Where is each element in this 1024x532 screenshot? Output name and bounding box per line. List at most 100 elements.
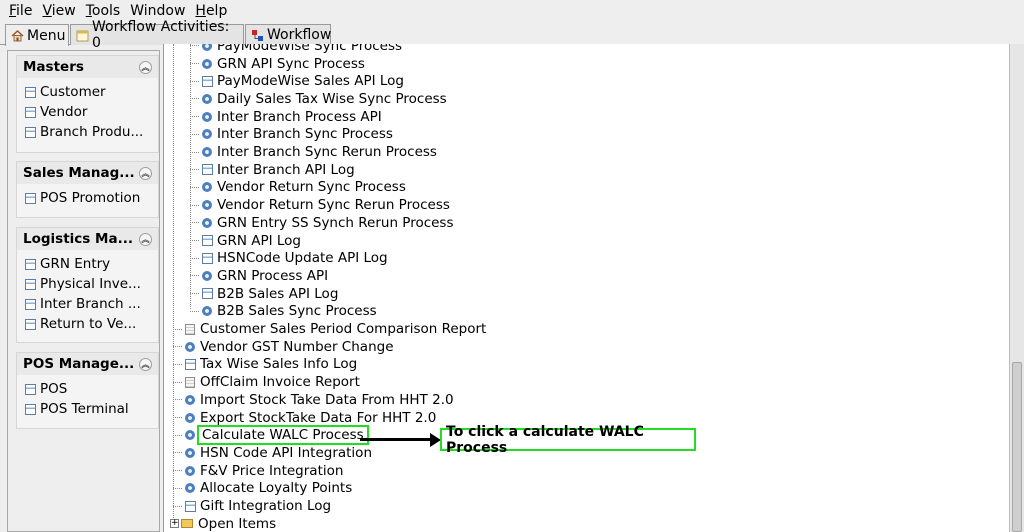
- tree-item[interactable]: Inter Branch API Log: [190, 161, 355, 179]
- sidebar-item-branch-products[interactable]: Branch Produ...: [25, 122, 158, 142]
- log-icon: [185, 500, 196, 512]
- section-header[interactable]: POS Manage... ︽: [17, 353, 158, 375]
- sidebar-item-pos[interactable]: POS: [25, 379, 158, 399]
- document-icon: [25, 258, 36, 270]
- tree-item[interactable]: OffClaim Invoice Report: [173, 373, 360, 391]
- tree-item[interactable]: GRN Process API: [190, 267, 328, 285]
- calendar-icon: [76, 29, 89, 42]
- gear-icon: [202, 129, 212, 140]
- gear-icon: [185, 447, 195, 458]
- document-icon: [25, 298, 36, 310]
- tree-item[interactable]: Import Stock Take Data From HHT 2.0: [173, 391, 454, 409]
- log-icon: [202, 164, 213, 176]
- menu-window[interactable]: Window: [125, 1, 190, 21]
- menu-tree-panel: PayModeWise Sync Process GRN API Sync Pro…: [163, 44, 1009, 532]
- scrollbar-thumb[interactable]: [1012, 362, 1022, 532]
- tree-item[interactable]: HSN Code API Integration: [173, 444, 372, 462]
- menu-view[interactable]: View: [37, 1, 80, 21]
- tree-item[interactable]: Inter Branch Process API: [190, 108, 382, 126]
- collapse-icon[interactable]: ︽: [139, 232, 152, 246]
- section-sales-management: Sales Manag... ︽ POS Promotion: [16, 161, 159, 218]
- tab-menu[interactable]: Menu: [5, 24, 69, 46]
- log-icon: [202, 75, 213, 87]
- section-header[interactable]: Logistics Ma... ︽: [17, 228, 158, 250]
- tree-item[interactable]: Gift Integration Log: [173, 497, 331, 515]
- sidebar-item-pos-terminal[interactable]: POS Terminal: [25, 399, 158, 419]
- document-icon: [25, 318, 36, 330]
- sidebar: Masters ︽ Customer Vendor Branch Produ..…: [7, 50, 160, 532]
- section-header[interactable]: Masters ︽: [17, 56, 158, 78]
- tree-item[interactable]: Customer Sales Period Comparison Report: [173, 320, 486, 338]
- tree-folder-open-items[interactable]: + Open Items: [170, 515, 276, 532]
- log-icon: [185, 358, 196, 370]
- vertical-scrollbar[interactable]: [1009, 44, 1024, 532]
- tree-item[interactable]: HSNCode Update API Log: [190, 249, 388, 267]
- gear-icon: [185, 412, 195, 423]
- tree-item[interactable]: PayModeWise Sales API Log: [190, 72, 404, 90]
- annotation-callout: To click a calculate WALC Process: [440, 424, 696, 456]
- tree-item[interactable]: PayModeWise Sync Process: [190, 44, 402, 55]
- sidebar-item-physical-inventory[interactable]: Physical Inve...: [25, 274, 158, 294]
- menu-tree: PayModeWise Sync Process GRN API Sync Pro…: [164, 44, 1009, 532]
- tree-item[interactable]: Vendor Return Sync Rerun Process: [190, 196, 450, 214]
- sidebar-item-inter-branch[interactable]: Inter Branch ...: [25, 294, 158, 314]
- tree-item-calculate-walc-process[interactable]: Calculate WALC Process: [173, 425, 369, 446]
- menu-file[interactable]: File: [4, 1, 37, 21]
- tree-item[interactable]: F&V Price Integration: [173, 462, 343, 480]
- gear-icon: [185, 483, 195, 494]
- document-icon: [25, 192, 36, 204]
- tree-item[interactable]: Vendor Return Sync Process: [190, 179, 406, 197]
- gear-icon: [185, 430, 195, 441]
- tree-item[interactable]: Inter Branch Sync Rerun Process: [190, 143, 437, 161]
- tab-workflow-activities[interactable]: Workflow Activities: 0: [70, 19, 244, 51]
- annotation-arrow: [360, 438, 436, 441]
- section-header[interactable]: Sales Manag... ︽: [17, 162, 158, 184]
- tab-workflow[interactable]: Workflow: [245, 24, 331, 45]
- sidebar-item-pos-promotion[interactable]: POS Promotion: [25, 188, 158, 208]
- gear-icon: [202, 182, 212, 193]
- section-masters: Masters ︽ Customer Vendor Branch Produ..…: [16, 55, 159, 153]
- log-icon: [202, 288, 213, 300]
- section-logistics-management: Logistics Ma... ︽ GRN Entry Physical Inv…: [16, 227, 159, 343]
- gear-icon: [202, 270, 212, 281]
- tree-item[interactable]: GRN Entry SS Synch Rerun Process: [190, 214, 454, 232]
- tree-item[interactable]: Daily Sales Tax Wise Sync Process: [190, 90, 447, 108]
- gear-icon: [185, 394, 195, 405]
- gear-icon: [185, 465, 195, 476]
- report-icon: [185, 323, 195, 335]
- gear-icon: [202, 306, 212, 317]
- sidebar-item-grn-entry[interactable]: GRN Entry: [25, 254, 158, 274]
- collapse-icon[interactable]: ︽: [139, 166, 152, 180]
- gear-icon: [185, 341, 195, 352]
- collapse-icon[interactable]: ︽: [139, 357, 152, 371]
- sidebar-item-vendor[interactable]: Vendor: [25, 102, 158, 122]
- tree-item[interactable]: Export StockTake Data For HHT 2.0: [173, 409, 436, 427]
- tree-item[interactable]: B2B Sales Sync Process: [190, 303, 377, 321]
- gear-icon: [202, 111, 212, 122]
- gear-icon: [202, 200, 212, 211]
- collapse-icon[interactable]: ︽: [139, 60, 152, 74]
- sidebar-item-return-to-vendor[interactable]: Return to Ve...: [25, 314, 158, 334]
- log-icon: [202, 235, 213, 247]
- tree-item[interactable]: Allocate Loyalty Points: [173, 480, 352, 498]
- menu-help[interactable]: Help: [190, 1, 232, 21]
- tree-item[interactable]: Tax Wise Sales Info Log: [173, 356, 357, 374]
- document-icon: [25, 403, 36, 415]
- document-icon: [25, 383, 36, 395]
- home-icon: [11, 29, 24, 42]
- document-icon: [25, 86, 36, 98]
- tree-item[interactable]: GRN API Sync Process: [190, 55, 365, 73]
- expand-icon[interactable]: +: [170, 519, 179, 529]
- tree-item[interactable]: Vendor GST Number Change: [173, 338, 394, 356]
- sidebar-item-customer[interactable]: Customer: [25, 82, 158, 102]
- gear-icon: [202, 93, 212, 104]
- menu-tools[interactable]: Tools: [81, 1, 126, 21]
- gear-icon: [202, 58, 212, 69]
- tree-item[interactable]: GRN API Log: [190, 232, 301, 250]
- tree-item[interactable]: B2B Sales API Log: [190, 285, 338, 303]
- document-icon: [25, 278, 36, 290]
- report-icon: [185, 376, 195, 388]
- gear-icon: [202, 147, 212, 158]
- section-pos-management: POS Manage... ︽ POS POS Terminal: [16, 352, 159, 429]
- tree-item[interactable]: Inter Branch Sync Process: [190, 126, 393, 144]
